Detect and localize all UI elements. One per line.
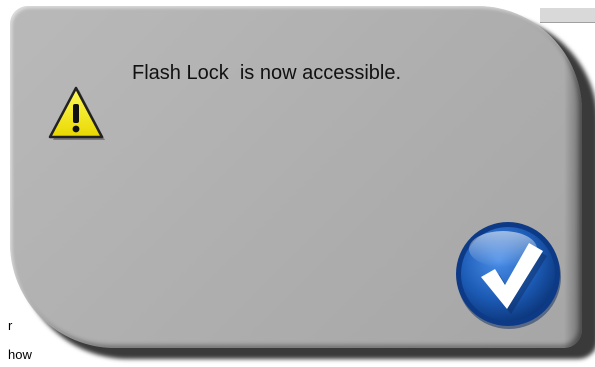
checkmark-circle-icon [456, 222, 561, 329]
warning-icon [47, 85, 107, 145]
background-text-fragment: how [8, 347, 32, 362]
dialog-message: Flash Lock is now accessible. [132, 62, 402, 84]
background-text-fragment: r [8, 318, 13, 333]
ok-button[interactable] [453, 219, 565, 331]
notification-dialog: Flash Lock is now accessible. [10, 6, 582, 348]
